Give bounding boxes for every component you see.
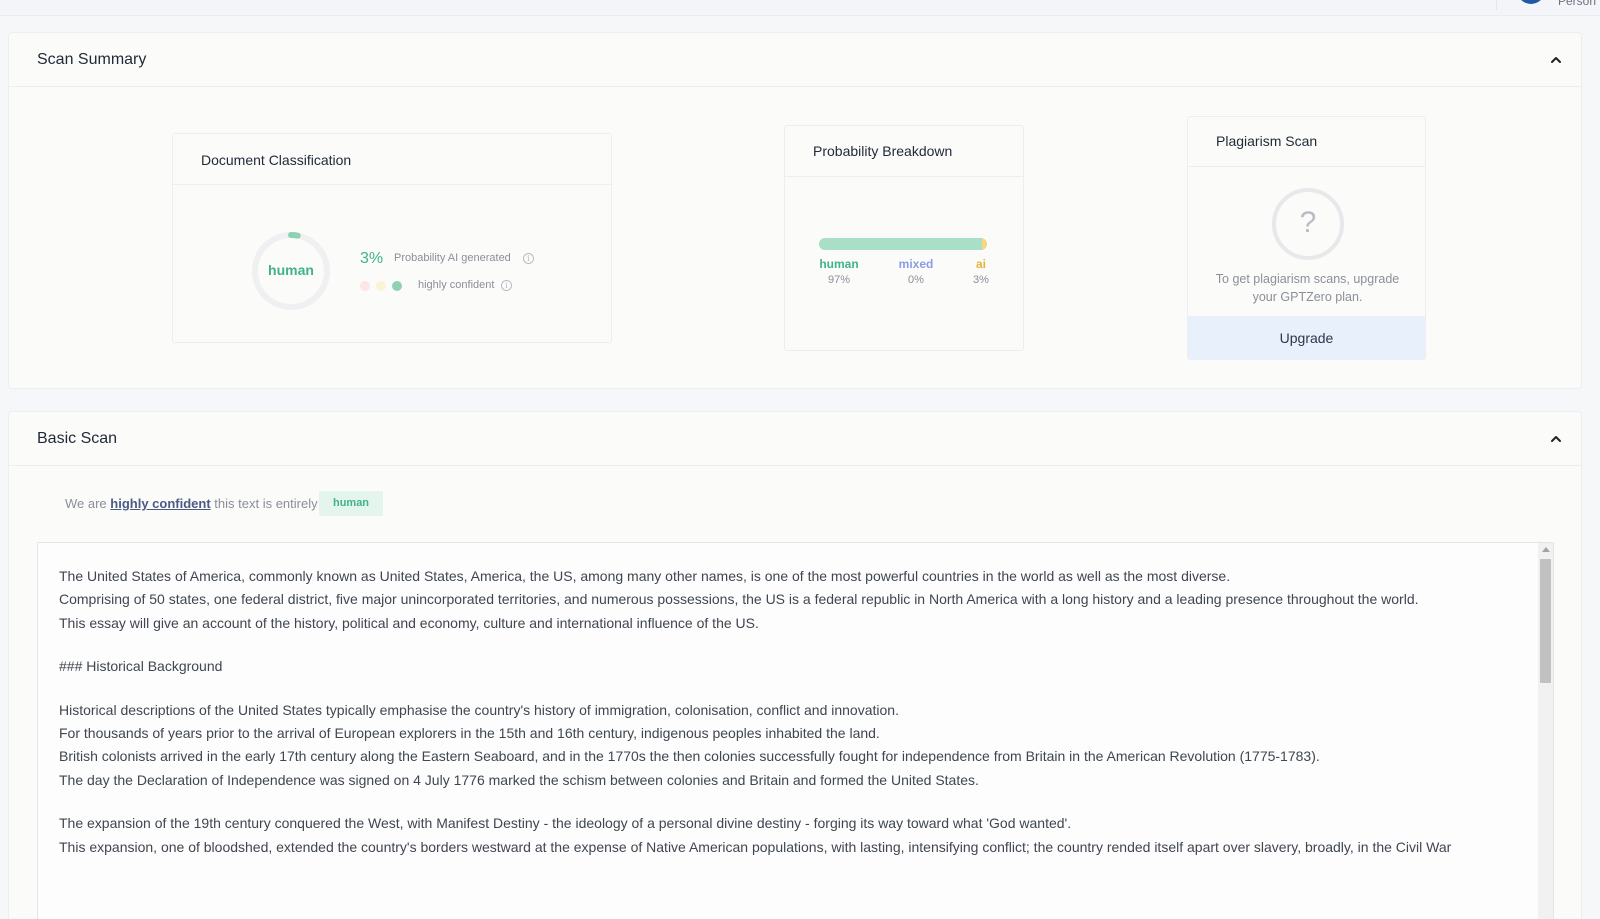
text-line: The day the Declaration of Independence … [59,771,979,788]
legend-mixed-name: mixed [898,257,934,271]
text-line: Historical descriptions of the United St… [59,701,899,718]
verdict-suffix: this text is entirely [210,496,318,511]
text-line: The expansion of the 19th century conque… [59,815,1072,832]
scan-summary-title: Scan Summary [37,51,147,68]
text-line: This essay will give an account of the h… [59,614,759,631]
legend-ai-value: 3% [973,274,989,286]
legend-human-name: human [819,257,859,271]
ai-percent: 3% [360,250,384,267]
scanned-text-box[interactable]: The United States of America, commonly k… [37,542,1554,919]
legend-mixed: mixed 0% [896,257,936,286]
probability-breakdown-title: Probability Breakdown [813,143,953,159]
avatar[interactable] [1517,0,1545,4]
text-line: British colonists arrived in the early 1… [59,748,1320,765]
document-classification-title: Document Classification [201,152,352,168]
text-line: The United States of America, commonly k… [59,568,1231,584]
basic-scan-title: Basic Scan [37,430,118,447]
legend-human-value: 97% [827,274,851,286]
text-line: For thousands of years prior to the arri… [59,724,880,741]
scanned-text: The United States of America, commonly k… [59,565,1529,859]
text-line: ### Historical Background [59,658,223,675]
ai-segment [981,238,987,250]
confidence-dot-high [392,281,402,291]
card-header: Plagiarism Scan [1188,117,1425,167]
basic-scan-panel: Basic Scan We are highly confident this … [8,411,1582,919]
user-label[interactable]: Person [1558,0,1600,8]
probability-breakdown-card: Probability Breakdown human 97% mixed 0%… [784,125,1024,351]
info-icon[interactable]: i [523,253,534,264]
top-bar-divider [1496,0,1497,10]
upgrade-button[interactable]: Upgrade [1188,316,1425,359]
verdict-sentence: We are highly confident this text is ent… [65,496,318,511]
plagiarism-message: To get plagiarism scans, upgrade your GP… [1215,272,1400,304]
probability-bar [819,238,987,250]
basic-scan-header[interactable]: Basic Scan [9,412,1581,466]
confidence-caption: highly confident [418,279,495,291]
human-segment [819,238,982,250]
confidence-dot-low [360,281,370,291]
top-bar: Person [0,0,1600,16]
legend-ai-name: ai [975,257,986,271]
verdict-badge: human [319,491,383,516]
scrollbar[interactable] [1538,543,1553,919]
info-icon[interactable]: i [501,280,512,291]
card-header: Document Classification [173,134,611,185]
donut-label: human [268,262,314,278]
scroll-thumb[interactable] [1540,559,1551,683]
confidence-dot-medium [376,281,386,291]
document-classification-card: Document Classification human 3% Probabi… [172,133,612,343]
scroll-up-arrow[interactable] [1542,547,1550,552]
chevron-up-icon[interactable] [1549,53,1563,67]
chevron-up-icon[interactable] [1549,432,1563,446]
scan-summary-panel: Scan Summary Document Classification hum… [8,32,1582,389]
ai-probability-caption: Probability AI generated [394,252,511,264]
text-line: This expansion, one of bloodshed, extend… [59,838,1452,855]
plagiarism-scan-title: Plagiarism Scan [1216,133,1318,149]
legend-ai: ai 3% [969,257,993,286]
verdict-prefix: We are [65,496,111,511]
legend-mixed-value: 0% [908,274,924,286]
question-mark-icon: ? [1272,188,1344,260]
card-header: Probability Breakdown [785,126,1023,177]
plagiarism-scan-card: Plagiarism Scan ? To get plagiarism scan… [1187,116,1426,360]
text-line: Comprising of 50 states, one federal dis… [59,591,1419,608]
highly-confident-link[interactable]: highly confident [110,496,210,511]
legend-human: human 97% [819,257,859,286]
scan-summary-header[interactable]: Scan Summary [9,33,1581,87]
